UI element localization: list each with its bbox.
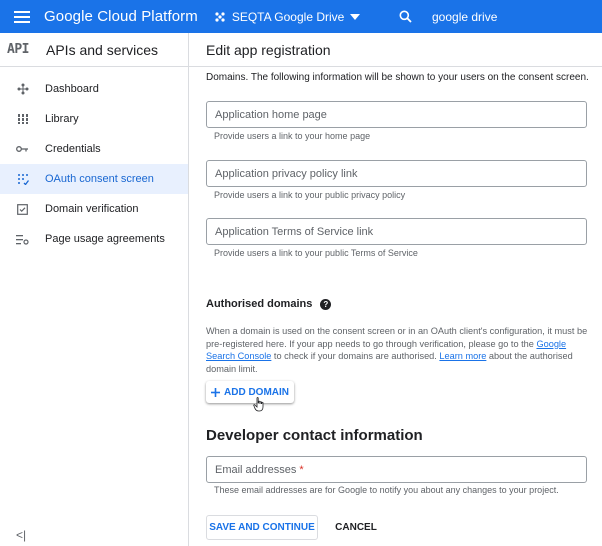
sidebar-header: API APIs and services — [0, 33, 188, 67]
required-mark: * — [299, 463, 304, 476]
chevron-down-icon — [350, 13, 361, 20]
email-addresses-input[interactable]: Email addresses * — [206, 456, 587, 483]
library-icon — [0, 113, 45, 125]
sidebar: API APIs and services Dashboard Library … — [0, 33, 189, 546]
consent-icon — [0, 173, 45, 185]
authorised-domains-description: When a domain is used on the consent scr… — [206, 325, 588, 375]
collapse-sidebar-button[interactable]: <| — [16, 528, 26, 542]
page-title: Edit app registration — [189, 33, 602, 67]
project-selector[interactable]: SEQTA Google Drive — [214, 10, 361, 24]
save-and-continue-button[interactable]: SAVE AND CONTINUE — [206, 515, 318, 540]
sidebar-item-label: Credentials — [45, 143, 101, 155]
help-icon[interactable]: ? — [320, 298, 332, 310]
project-icon — [215, 11, 225, 22]
sidebar-title: APIs and services — [46, 41, 159, 58]
add-domain-label: ADD DOMAIN — [224, 386, 289, 398]
sidebar-item-oauth-consent-screen[interactable]: OAuth consent screen — [0, 164, 188, 194]
settings-list-icon — [0, 234, 45, 245]
menu-button[interactable] — [0, 0, 44, 33]
app-home-page-hint: Provide users a link to your home page — [214, 131, 371, 141]
sidebar-item-label: Domain verification — [45, 203, 139, 215]
privacy-policy-input[interactable]: Application privacy policy link — [206, 160, 587, 187]
cancel-button[interactable]: CANCEL — [326, 515, 386, 540]
authorised-domains-title: Authorised domains ? — [206, 298, 332, 310]
hamburger-icon — [14, 10, 30, 23]
privacy-policy-hint: Provide users a link to your public priv… — [214, 190, 406, 200]
sidebar-item-label: Page usage agreements — [45, 233, 165, 245]
authorised-domains-label: Authorised domains — [206, 298, 313, 310]
sidebar-item-label: Dashboard — [45, 83, 99, 95]
project-name: SEQTA Google Drive — [231, 9, 345, 24]
sidebar-item-library[interactable]: Library — [0, 104, 188, 134]
top-bar: Google Cloud Platform SEQTA Google Drive… — [0, 0, 602, 33]
description-text-2: to check if your domains are authorised. — [271, 351, 440, 361]
search-input[interactable]: google drive — [432, 10, 497, 24]
terms-of-service-input[interactable]: Application Terms of Service link — [206, 218, 587, 245]
brand-title[interactable]: Google Cloud Platform — [44, 8, 198, 25]
key-icon — [0, 145, 45, 153]
search-icon — [390, 10, 420, 23]
domains-intro-text: Domains. The following information will … — [206, 72, 589, 83]
checkbox-icon — [0, 203, 45, 215]
hand-cursor-icon — [253, 397, 264, 412]
app-home-page-input[interactable]: Application home page — [206, 101, 587, 128]
api-logo: API — [7, 42, 29, 57]
learn-more-link[interactable]: Learn more — [439, 351, 486, 361]
sidebar-item-credentials[interactable]: Credentials — [0, 134, 188, 164]
sidebar-item-label: Library — [45, 113, 79, 125]
plus-icon — [211, 387, 220, 397]
sidebar-item-page-usage-agreements[interactable]: Page usage agreements — [0, 224, 188, 254]
sidebar-nav: Dashboard Library Credentials OAuth cons… — [0, 74, 188, 254]
form-content: Domains. The following information will … — [206, 67, 596, 540]
email-hint: These email addresses are for Google to … — [214, 485, 559, 495]
sidebar-item-dashboard[interactable]: Dashboard — [0, 74, 188, 104]
email-placeholder: Email addresses — [215, 463, 297, 476]
terms-of-service-hint: Provide users a link to your public Term… — [214, 248, 418, 258]
dashboard-icon — [0, 83, 45, 95]
sidebar-item-label: OAuth consent screen — [45, 173, 154, 185]
description-text-1: When a domain is used on the consent scr… — [206, 326, 588, 349]
add-domain-button[interactable]: ADD DOMAIN — [206, 381, 294, 403]
sidebar-item-domain-verification[interactable]: Domain verification — [0, 194, 188, 224]
search-bar[interactable]: google drive — [390, 3, 602, 30]
developer-contact-title: Developer contact information — [206, 427, 423, 444]
